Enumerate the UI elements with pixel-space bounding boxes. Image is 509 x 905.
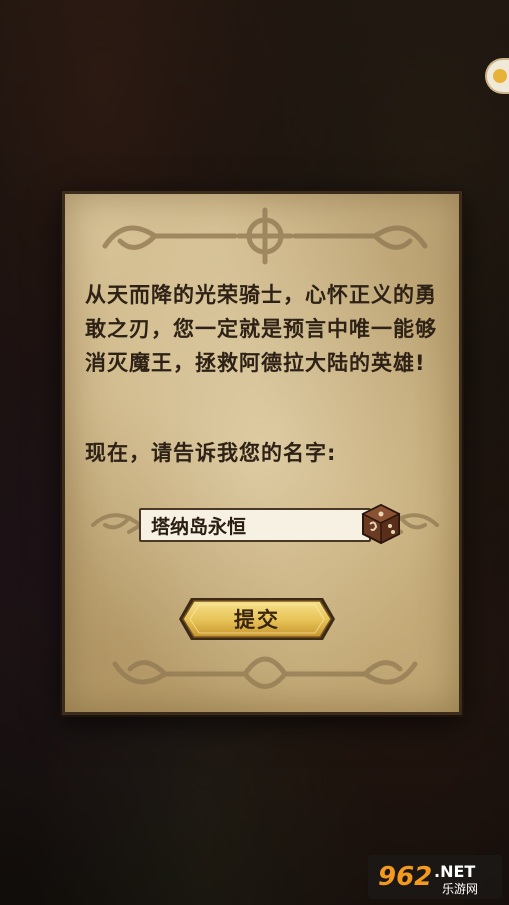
name-input[interactable] — [139, 508, 371, 542]
top-ornament-icon — [102, 207, 428, 265]
svg-text:乐游网: 乐游网 — [442, 882, 478, 896]
svg-text:962: 962 — [378, 862, 432, 892]
intro-text: 从天而降的光荣骑士，心怀正义的勇敢之刃，您一定就是预言中唯一能够消灭魔王，拯救阿… — [85, 283, 437, 375]
bottom-ornament-icon — [112, 656, 418, 689]
watermark-logo: 962 .NET 乐游网 — [368, 855, 502, 899]
prompt-text: 现在，请告诉我您的名字: — [85, 441, 337, 465]
name-input-row — [89, 496, 441, 554]
dice-icon[interactable] — [359, 502, 403, 546]
watermark-logo-icon: 962 .NET 乐游网 — [378, 862, 478, 896]
svg-text:.NET: .NET — [434, 862, 475, 881]
name-entry-dialog: 从天而降的光荣骑士，心怀正义的勇敢之刃，您一定就是预言中唯一能够消灭魔王，拯救阿… — [62, 191, 462, 715]
